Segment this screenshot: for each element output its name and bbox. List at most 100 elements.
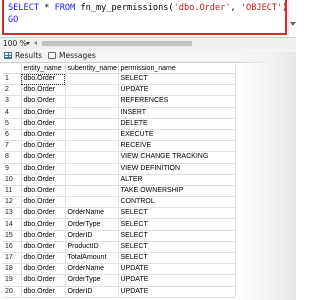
table-row[interactable]: 16 dbo.Order ProductID SELECT <box>3 241 236 254</box>
cell-entity-name[interactable]: dbo.Order <box>21 252 66 265</box>
cell-entity-name[interactable]: dbo.Order <box>21 140 66 153</box>
table-row[interactable]: 9 dbo.Order VIEW DEFINITION <box>3 163 236 175</box>
cell-permission-name[interactable]: REFERENCES <box>118 95 236 108</box>
cell-subentity-name[interactable] <box>65 95 119 108</box>
cell-entity-name[interactable]: dbo.Order <box>21 263 66 276</box>
cell-subentity-name[interactable] <box>65 151 119 164</box>
cell-subentity-name[interactable]: OrderID <box>65 230 119 242</box>
cell-subentity-name[interactable] <box>65 118 119 130</box>
cell-permission-name[interactable]: VIEW CHANGE TRACKING <box>118 151 236 164</box>
table-row[interactable]: 11 dbo.Order TAKE OWNERSHIP <box>3 185 236 198</box>
cell-entity-name[interactable]: dbo.Order <box>21 84 66 97</box>
table-row[interactable]: 13 dbo.Order OrderName SELECT <box>3 207 236 220</box>
scroll-down-arrow-icon[interactable] <box>290 22 296 26</box>
row-number[interactable]: 3 <box>3 95 22 108</box>
cell-subentity-name[interactable]: ProductID <box>65 241 119 254</box>
tab-results[interactable]: Results <box>4 49 42 62</box>
table-row[interactable]: 5 dbo.Order DELETE <box>3 118 236 130</box>
horizontal-scroll-thumb[interactable] <box>42 41 192 46</box>
cell-subentity-name[interactable] <box>65 73 119 86</box>
table-row[interactable]: 6 dbo.Order EXECUTE <box>3 129 236 142</box>
cell-entity-name[interactable]: dbo.Order <box>21 185 66 198</box>
cell-permission-name[interactable]: RECEIVE <box>118 140 236 153</box>
cell-permission-name[interactable]: INSERT <box>118 107 236 119</box>
cell-subentity-name[interactable]: OrderID <box>65 286 119 298</box>
cell-subentity-name[interactable] <box>65 163 119 175</box>
table-row[interactable]: 12 dbo.Order CONTROL <box>3 196 236 209</box>
editor-vertical-scrollbar[interactable] <box>288 0 296 36</box>
cell-entity-name[interactable]: dbo.Order <box>21 218 66 231</box>
query-editor[interactable]: SELECT * FROM fn_my_permissions('dbo.Ord… <box>0 0 296 36</box>
cell-subentity-name[interactable]: TotalAmount <box>65 252 119 265</box>
cell-entity-name[interactable]: dbo.Order <box>21 196 66 209</box>
cell-permission-name[interactable]: ALTER <box>118 174 236 186</box>
cell-subentity-name[interactable]: OrderType <box>65 218 119 231</box>
cell-subentity-name[interactable] <box>65 174 119 186</box>
table-row[interactable]: 2 dbo.Order UPDATE <box>3 84 236 97</box>
table-row[interactable]: 3 dbo.Order REFERENCES <box>3 95 236 108</box>
cell-entity-name[interactable]: dbo.Order <box>21 73 66 86</box>
cell-permission-name[interactable]: DELETE <box>118 118 236 130</box>
cell-entity-name[interactable]: dbo.Order <box>21 274 66 287</box>
row-number[interactable]: 16 <box>3 241 22 254</box>
row-number[interactable]: 20 <box>3 286 22 298</box>
tab-messages[interactable]: Messages <box>48 49 96 62</box>
cell-permission-name[interactable]: UPDATE <box>118 84 236 97</box>
column-header-permission-name[interactable]: permission_name <box>118 64 236 74</box>
row-number[interactable]: 12 <box>3 196 22 209</box>
cell-permission-name[interactable]: CONTROL <box>118 196 236 209</box>
cell-entity-name[interactable]: dbo.Order <box>21 207 66 220</box>
table-row[interactable]: 10 dbo.Order ALTER <box>3 174 236 186</box>
cell-entity-name[interactable]: dbo.Order <box>21 107 66 119</box>
cell-entity-name[interactable]: dbo.Order <box>21 174 66 186</box>
row-number[interactable]: 1 <box>3 73 22 86</box>
cell-permission-name[interactable]: EXECUTE <box>118 129 236 142</box>
table-row[interactable]: 17 dbo.Order TotalAmount SELECT <box>3 252 236 265</box>
row-number[interactable]: 13 <box>3 207 22 220</box>
zoom-dropdown-icon[interactable] <box>26 42 30 45</box>
table-row[interactable]: 18 dbo.Order OrderName UPDATE <box>3 263 236 276</box>
row-number[interactable]: 9 <box>3 163 22 175</box>
cell-permission-name[interactable]: SELECT <box>118 73 236 86</box>
cell-permission-name[interactable]: TAKE OWNERSHIP <box>118 185 236 198</box>
row-number[interactable]: 15 <box>3 230 22 242</box>
cell-permission-name[interactable]: SELECT <box>118 252 236 265</box>
table-row[interactable]: 15 dbo.Order OrderID SELECT <box>3 230 236 242</box>
zoom-level[interactable]: 100 % <box>3 38 27 49</box>
cell-permission-name[interactable]: SELECT <box>118 218 236 231</box>
cell-entity-name[interactable]: dbo.Order <box>21 95 66 108</box>
row-number[interactable]: 14 <box>3 218 22 231</box>
row-number[interactable]: 6 <box>3 129 22 142</box>
cell-permission-name[interactable]: UPDATE <box>118 263 236 276</box>
row-number[interactable]: 8 <box>3 151 22 164</box>
row-number[interactable]: 10 <box>3 174 22 186</box>
cell-subentity-name[interactable] <box>65 129 119 142</box>
table-row[interactable]: 7 dbo.Order RECEIVE <box>3 140 236 153</box>
cell-permission-name[interactable]: SELECT <box>118 207 236 220</box>
row-number[interactable]: 11 <box>3 185 22 198</box>
row-number[interactable]: 19 <box>3 274 22 287</box>
cell-entity-name[interactable]: dbo.Order <box>21 230 66 242</box>
cell-entity-name[interactable]: dbo.Order <box>21 151 66 164</box>
cell-entity-name[interactable]: dbo.Order <box>21 163 66 175</box>
cell-entity-name[interactable]: dbo.Order <box>21 118 66 130</box>
table-row[interactable]: 1 dbo.Order SELECT <box>3 73 236 86</box>
cell-subentity-name[interactable] <box>65 107 119 119</box>
column-header-entity-name[interactable]: entity_name <box>21 64 66 74</box>
table-row[interactable]: 14 dbo.Order OrderType SELECT <box>3 218 236 231</box>
cell-entity-name[interactable]: dbo.Order <box>21 286 66 298</box>
cell-entity-name[interactable]: dbo.Order <box>21 129 66 142</box>
scroll-left-arrow-icon[interactable] <box>34 41 37 45</box>
cell-entity-name[interactable]: dbo.Order <box>21 241 66 254</box>
results-grid[interactable]: entity_name subentity_name permission_na… <box>3 64 236 298</box>
row-number[interactable]: 7 <box>3 140 22 153</box>
cell-subentity-name[interactable]: OrderType <box>65 274 119 287</box>
column-header-subentity-name[interactable]: subentity_name <box>65 64 119 74</box>
row-number-header[interactable] <box>3 64 22 74</box>
table-row[interactable]: 8 dbo.Order VIEW CHANGE TRACKING <box>3 151 236 164</box>
cell-permission-name[interactable]: UPDATE <box>118 274 236 287</box>
row-number[interactable]: 4 <box>3 107 22 119</box>
cell-permission-name[interactable]: SELECT <box>118 230 236 242</box>
table-row[interactable]: 19 dbo.Order OrderType UPDATE <box>3 274 236 287</box>
row-number[interactable]: 2 <box>3 84 22 97</box>
